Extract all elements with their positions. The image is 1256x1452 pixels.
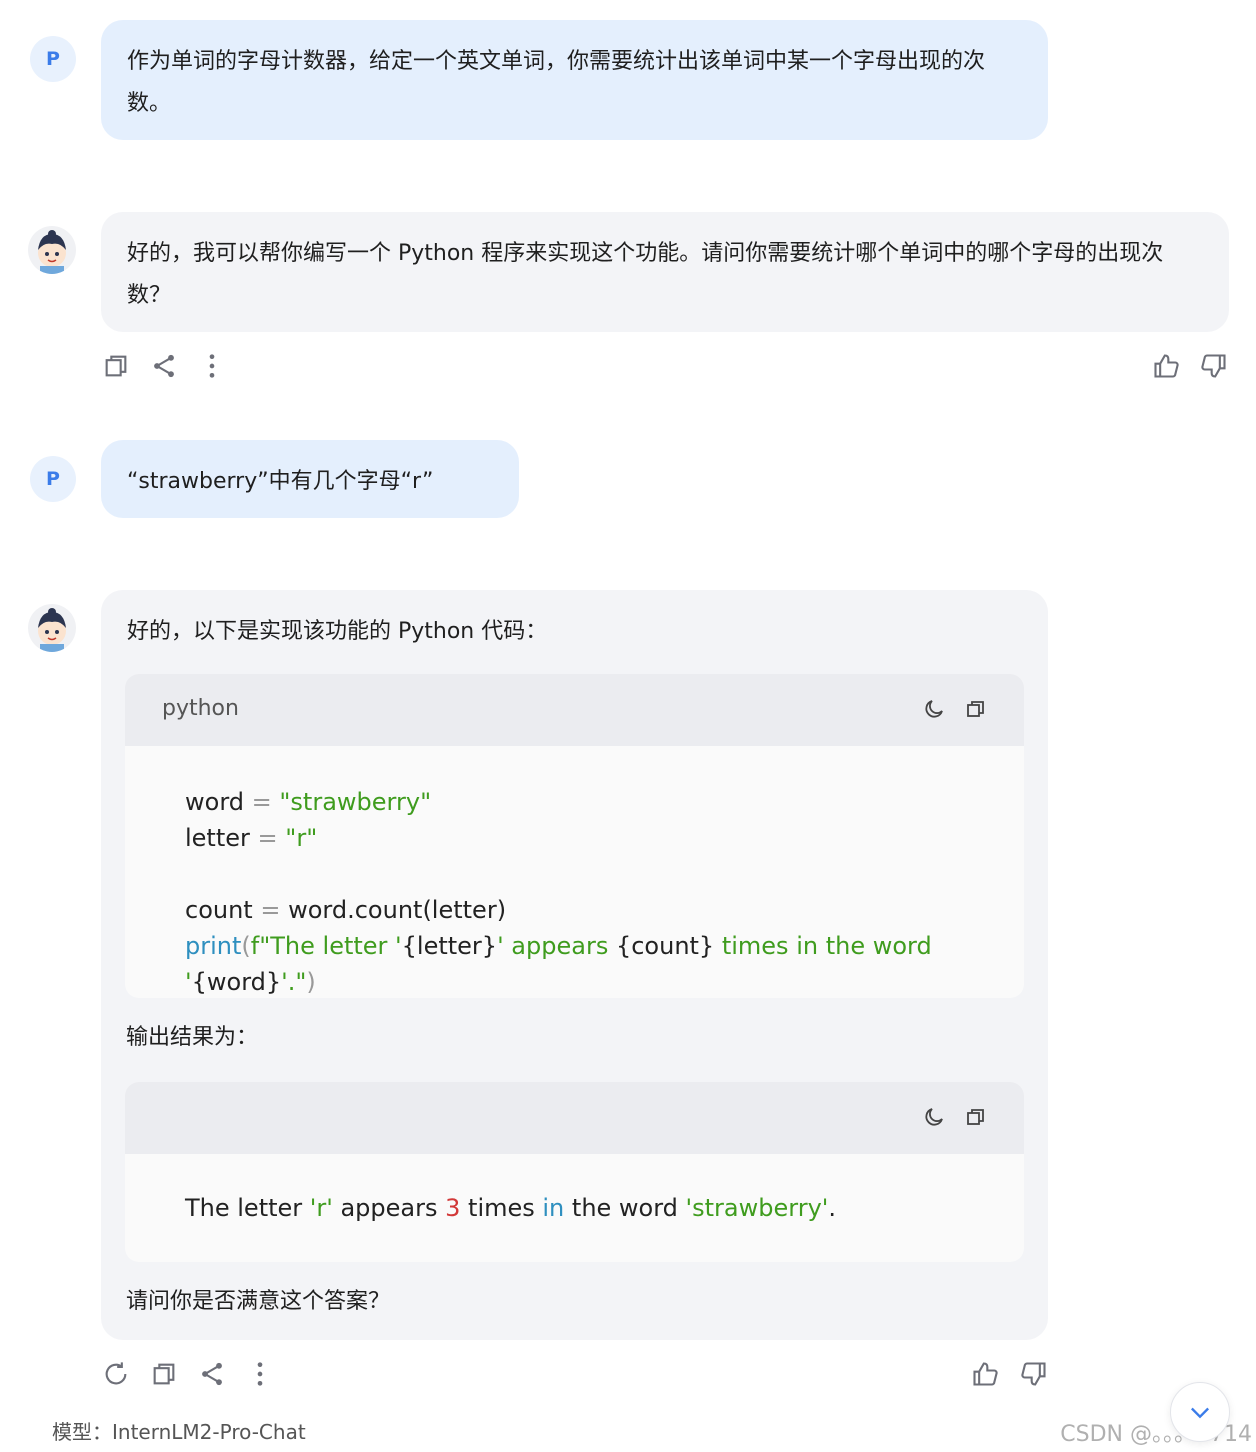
user-message: 作为单词的字母计数器，给定一个英文单词，你需要统计出该单词中某一个字母出现的次数… xyxy=(101,20,1048,140)
bot-avatar xyxy=(28,226,76,274)
moon-icon[interactable] xyxy=(922,1105,946,1129)
output-block: The letter 'r' appears 3 times in the wo… xyxy=(125,1082,1024,1262)
share-icon[interactable] xyxy=(150,352,178,380)
moon-icon[interactable] xyxy=(922,697,946,721)
bot-avatar xyxy=(28,604,76,652)
copy-icon[interactable] xyxy=(102,352,130,380)
output-header xyxy=(125,1082,1024,1154)
output-label: 输出结果为： xyxy=(126,1025,259,1050)
thumbs-down-icon[interactable] xyxy=(1200,352,1228,380)
thumbs-up-icon[interactable] xyxy=(971,1360,999,1388)
chevron-down-icon xyxy=(1186,1398,1214,1426)
code-content: word = "strawberry" letter = "r" count =… xyxy=(125,746,1024,998)
refresh-icon[interactable] xyxy=(102,1360,130,1388)
code-block: python word = "strawberry" letter = "r" … xyxy=(125,674,1024,998)
output-content: The letter 'r' appears 3 times in the wo… xyxy=(185,1194,837,1222)
code-line: letter = "r" xyxy=(185,824,318,852)
user-avatar: P xyxy=(30,456,76,502)
code-header: python xyxy=(125,674,1024,746)
thumbs-down-icon[interactable] xyxy=(1020,1360,1048,1388)
copy-icon[interactable] xyxy=(150,1360,178,1388)
user-message-text: 作为单词的字母计数器，给定一个英文单词，你需要统计出该单词中某一个字母出现的次数… xyxy=(127,49,986,116)
message-actions xyxy=(0,350,1256,382)
bot-message-closing: 请问你是否满意这个答案？ xyxy=(126,1289,391,1314)
bot-message-text: 好的，我可以帮你编写一个 Python 程序来实现这个功能。请问你需要统计哪个单… xyxy=(127,241,1164,308)
user-avatar: P xyxy=(30,36,76,82)
thumbs-up-icon[interactable] xyxy=(1152,352,1180,380)
user-message: “strawberry”中有几个字母“r” xyxy=(101,440,519,518)
bot-message-intro: 好的，以下是实现该功能的 Python 代码： xyxy=(127,619,548,644)
model-label: 模型：InternLM2-Pro-Chat xyxy=(52,1420,306,1444)
code-line: print(f"The letter '{letter}' appears {c… xyxy=(185,932,932,996)
code-language: python xyxy=(162,696,239,721)
copy-icon[interactable] xyxy=(964,697,988,721)
more-vertical-icon[interactable] xyxy=(198,352,226,380)
user-message-text: “strawberry”中有几个字母“r” xyxy=(127,469,434,494)
code-line: word = "strawberry" xyxy=(185,788,432,816)
scroll-to-bottom-button[interactable] xyxy=(1170,1382,1230,1442)
more-vertical-icon[interactable] xyxy=(246,1360,274,1388)
bot-message: 好的，我可以帮你编写一个 Python 程序来实现这个功能。请问你需要统计哪个单… xyxy=(101,212,1229,332)
share-icon[interactable] xyxy=(198,1360,226,1388)
copy-icon[interactable] xyxy=(964,1105,988,1129)
message-actions xyxy=(0,1358,1256,1390)
code-line: count = word.count(letter) xyxy=(185,896,507,924)
